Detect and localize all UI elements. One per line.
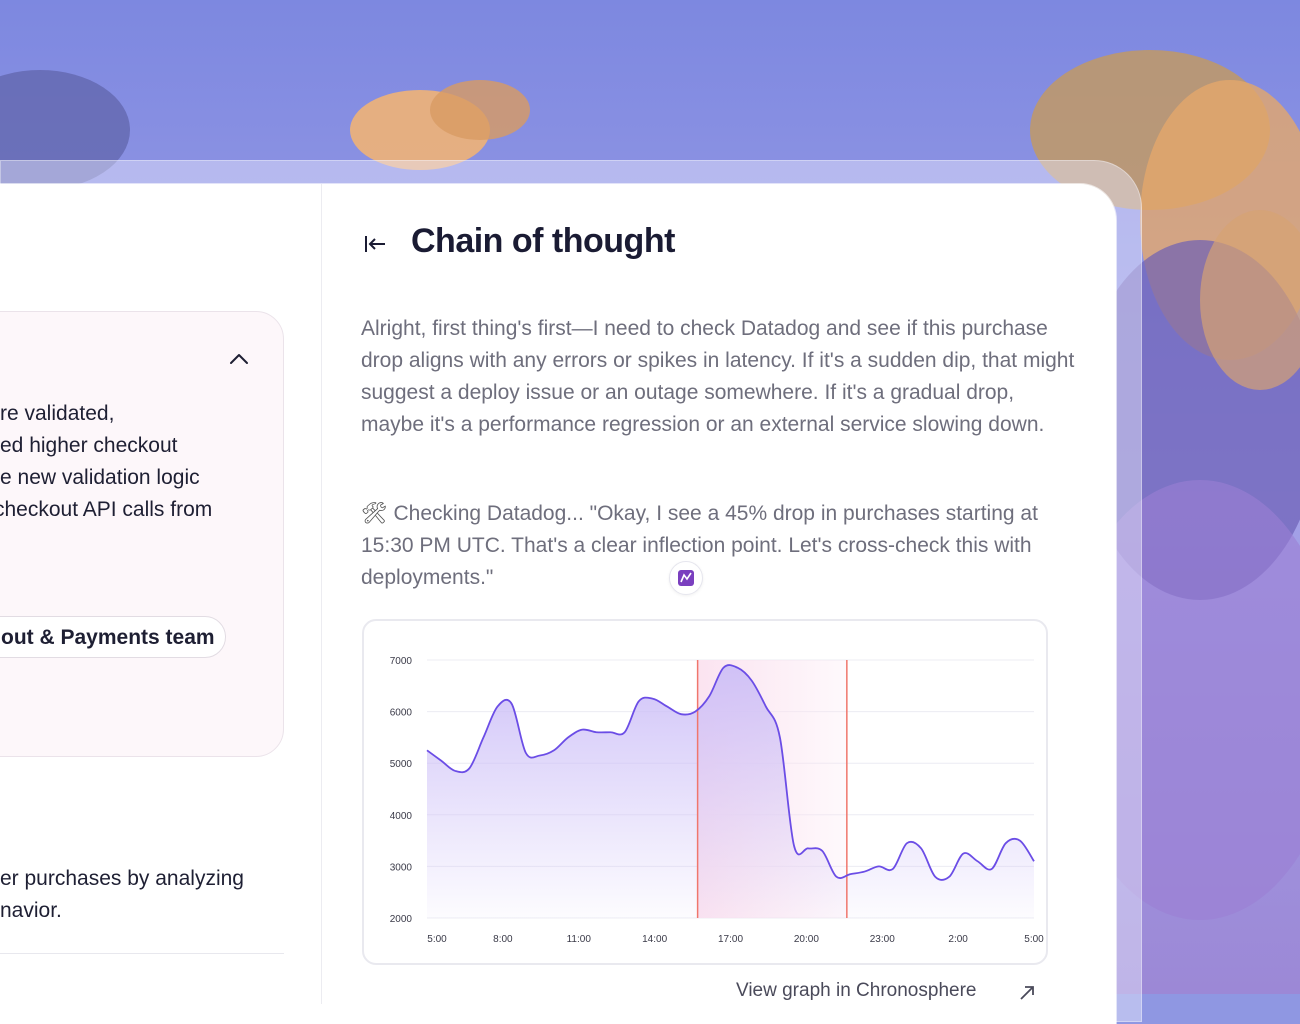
summary-line: e new validation logic bbox=[0, 466, 200, 489]
thought-paragraph: Alright, first thing's first—I need to c… bbox=[361, 317, 1075, 436]
x-tick-label: 23:00 bbox=[870, 934, 895, 945]
x-tick-label: 8:00 bbox=[493, 934, 513, 945]
x-tick-label: 17:00 bbox=[718, 934, 743, 945]
chart-canvas: 7000 6000 5000 4000 3000 2000 5:00 8:00 11:00 14:… bbox=[390, 656, 1044, 945]
y-tick-label: 7000 bbox=[390, 656, 413, 667]
x-tick-label: 11:00 bbox=[567, 934, 592, 945]
section-divider bbox=[0, 953, 284, 954]
tool-icon: 🛠 bbox=[361, 502, 388, 525]
summary-line: ed higher checkout bbox=[0, 434, 178, 457]
panel-title: Chain of thought bbox=[411, 222, 675, 260]
panel-divider bbox=[321, 184, 322, 1004]
bottom-line: navior. bbox=[0, 899, 62, 922]
y-tick-label: 2000 bbox=[390, 914, 413, 925]
x-tick-label: 14:00 bbox=[642, 934, 667, 945]
y-tick-label: 5000 bbox=[390, 759, 413, 770]
datadog-icon[interactable] bbox=[669, 561, 703, 595]
bottom-line: er purchases by analyzing bbox=[0, 867, 244, 890]
tool-paragraph: 🛠 Checking Datadog... "Okay, I see a 45%… bbox=[361, 498, 1073, 594]
y-tick-label: 4000 bbox=[390, 811, 413, 822]
x-tick-label: 2:00 bbox=[948, 934, 968, 945]
chevron-up-icon[interactable] bbox=[228, 348, 250, 368]
chronosphere-link[interactable]: View graph in Chronosphere bbox=[736, 980, 976, 1002]
team-pill[interactable]: out & Payments team bbox=[0, 616, 226, 658]
team-pill-label: out & Payments team bbox=[1, 626, 215, 649]
summary-line: re validated, bbox=[0, 402, 115, 425]
x-tick-label: 5:00 bbox=[427, 934, 447, 945]
x-tick-label: 20:00 bbox=[794, 934, 819, 945]
summary-card bbox=[0, 311, 284, 757]
summary-line: checkout API calls from bbox=[0, 498, 213, 521]
x-tick-label: 5:00 bbox=[1024, 934, 1044, 945]
external-link-icon[interactable] bbox=[1018, 984, 1036, 1002]
y-tick-label: 6000 bbox=[390, 708, 413, 719]
collapse-left-icon[interactable] bbox=[363, 232, 387, 256]
purchases-chart: 7000 6000 5000 4000 3000 2000 5:00 8:00 11:00 14:… bbox=[362, 619, 1048, 965]
y-tick-label: 3000 bbox=[390, 862, 413, 873]
